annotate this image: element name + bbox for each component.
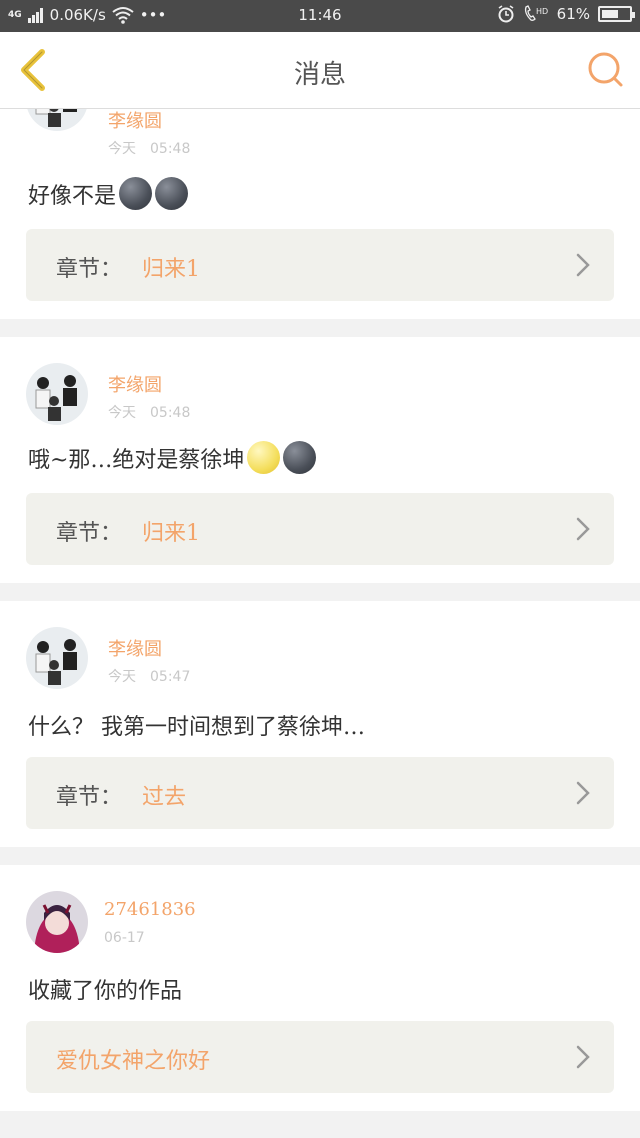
chevron-right-icon: [576, 517, 590, 541]
date-label: 今天: [108, 405, 136, 421]
chapter-label: 章节：: [56, 257, 123, 282]
time-label: 05:48: [150, 141, 191, 157]
svg-text:HD: HD: [536, 7, 548, 16]
yellow-moon-emoji: [247, 441, 281, 474]
chevron-right-icon: [576, 253, 590, 277]
work-link[interactable]: 爱仇女神之你好: [26, 1021, 614, 1093]
hd-call-icon: HD: [524, 5, 548, 21]
chapter-link[interactable]: 章节： 过去: [26, 757, 614, 829]
message-text: 什么？ 我第一时间想到了蔡徐坤…: [28, 709, 365, 741]
username[interactable]: 李缘圆: [108, 371, 162, 397]
message-text: 好像不是: [28, 177, 189, 210]
date-label: 今天: [108, 141, 136, 157]
status-bar: 4G 0.06K/s ••• 11:46 HD 61%: [0, 0, 640, 32]
timestamp: 06-17: [104, 930, 145, 946]
chevron-right-icon: [576, 1045, 590, 1069]
chapter-link[interactable]: 章节： 归来1: [26, 493, 614, 565]
avatar[interactable]: [26, 363, 88, 425]
dark-moon-emoji: [155, 177, 189, 210]
chapter-value: 归来1: [142, 521, 200, 546]
chapter-value: 归来1: [142, 257, 200, 282]
message-body: 好像不是: [28, 183, 117, 209]
timestamp: 今天 05:48: [108, 402, 190, 422]
timestamp: 今天 05:48: [108, 138, 190, 158]
message-card: 27461836 06-17 收藏了你的作品 爱仇女神之你好: [0, 865, 640, 1111]
message-body: 哦~那…绝对是蔡徐坤: [28, 447, 245, 473]
chevron-right-icon: [576, 781, 590, 805]
avatar[interactable]: [26, 627, 88, 689]
chapter-link[interactable]: 章节： 归来1: [26, 229, 614, 301]
date-label: 今天: [108, 669, 136, 685]
battery-icon: [598, 6, 635, 22]
search-icon: [588, 52, 623, 87]
time-label: 05:47: [150, 669, 191, 685]
time-label: 05:48: [150, 405, 191, 421]
alarm-icon: [498, 5, 514, 23]
timestamp: 今天 05:47: [108, 666, 190, 686]
chapter-label: 章节：: [56, 521, 123, 546]
battery-percent: 61%: [556, 5, 590, 23]
chapter-value: 过去: [142, 785, 187, 810]
search-button[interactable]: [586, 50, 626, 90]
username[interactable]: 27461836: [104, 899, 196, 920]
avatar[interactable]: [26, 891, 88, 953]
dark-moon-emoji: [283, 441, 317, 474]
message-text: 哦~那…绝对是蔡徐坤: [28, 441, 317, 474]
username[interactable]: 李缘圆: [108, 635, 162, 661]
message-text: 收藏了你的作品: [28, 973, 182, 1005]
message-card: 李缘圆 今天 05:48 哦~那…绝对是蔡徐坤 章节： 归来1: [0, 337, 640, 583]
app-header: 消息: [0, 32, 640, 109]
work-title: 爱仇女神之你好: [56, 1049, 211, 1074]
message-body: 收藏了你的作品: [28, 979, 183, 1004]
username[interactable]: 李缘圆: [108, 107, 162, 133]
message-body: 什么？ 我第一时间想到了蔡徐坤…: [28, 715, 365, 740]
chapter-label: 章节：: [56, 785, 123, 810]
message-card: 李缘圆 今天 05:48 好像不是 章节： 归来1: [0, 69, 640, 319]
page-title: 消息: [293, 60, 346, 90]
dark-moon-emoji: [119, 177, 153, 210]
message-card: 李缘圆 今天 05:47 什么？ 我第一时间想到了蔡徐坤… 章节： 过去: [0, 601, 640, 847]
date-label: 06-17: [104, 930, 145, 946]
